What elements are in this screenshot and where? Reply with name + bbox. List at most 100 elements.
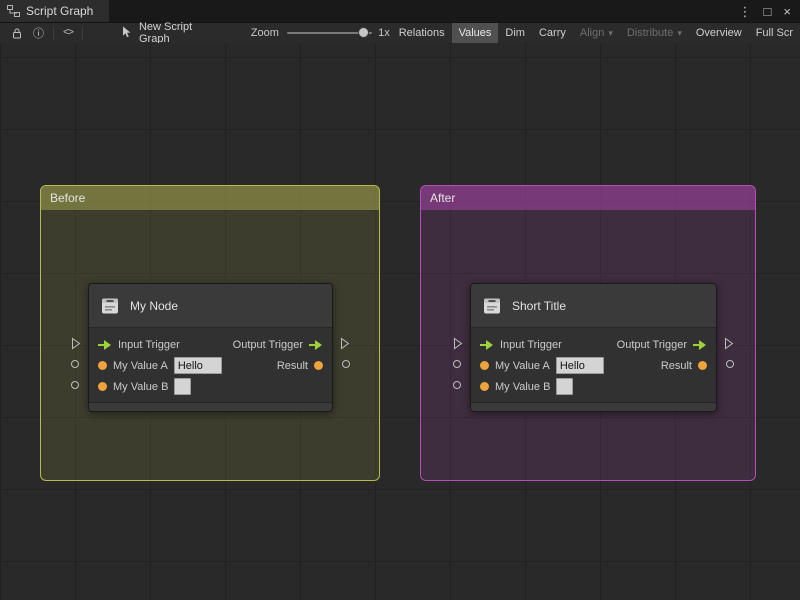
kebab-menu-icon[interactable]: ⋮ [739, 5, 752, 18]
value-input-port-marker[interactable] [71, 381, 79, 389]
toolbar-separator [53, 26, 54, 40]
value-input-port-marker[interactable] [71, 360, 79, 368]
node-short-title[interactable]: Short Title Input Trigger Output Trigger [470, 283, 717, 412]
value-dot-icon [480, 361, 489, 370]
port-output-trigger[interactable]: Output Trigger [233, 339, 323, 351]
node-title: Short Title [512, 298, 567, 313]
group-after-title: After [430, 191, 456, 205]
tab-script-graph[interactable]: Script Graph [0, 0, 110, 22]
node-wrap-my-node: My Node Input Trigger Output Trigger My … [71, 283, 350, 412]
node-footer [471, 402, 716, 411]
close-icon[interactable]: × [783, 5, 791, 18]
zoom-slider[interactable] [286, 23, 373, 43]
port-result[interactable]: Result [661, 360, 707, 372]
node-body: Input Trigger Output Trigger My Value A … [89, 328, 332, 402]
port-label: Input Trigger [500, 338, 562, 351]
fullscreen-button[interactable]: Full Scr [749, 23, 800, 44]
port-my-value-a[interactable]: My Value A [480, 357, 604, 374]
port-label: Result [660, 359, 692, 372]
value-input-port-marker[interactable] [453, 381, 461, 389]
value-dot-icon [314, 361, 323, 370]
graph-picker[interactable]: New Script Graph [121, 21, 225, 45]
group-after-header[interactable]: After [421, 186, 755, 210]
chevron-down-icon: ▾ [608, 27, 613, 38]
node-wrap-short-title: Short Title Input Trigger Output Trigger [453, 283, 734, 412]
maximize-icon[interactable]: □ [764, 5, 772, 18]
node-body: Input Trigger Output Trigger My Value A … [471, 328, 716, 402]
value-input-port-marker[interactable] [453, 360, 461, 368]
values-button[interactable]: Values [451, 22, 499, 44]
unit-icon [482, 296, 502, 316]
toolbar: ⓘ <> New Script Graph Zoom 1x Relations … [0, 21, 800, 45]
value-dot-icon [480, 382, 489, 391]
group-before-header[interactable]: Before [41, 186, 379, 210]
chevron-down-icon: ▾ [677, 27, 682, 38]
tab-label: Script Graph [26, 4, 94, 18]
port-label: Input Trigger [118, 338, 180, 351]
code-icon[interactable]: <> [58, 23, 78, 44]
value-output-port-marker[interactable] [726, 360, 734, 368]
port-input-trigger[interactable]: Input Trigger [480, 339, 562, 351]
flow-input-port-marker[interactable] [453, 337, 463, 350]
value-b-input[interactable] [556, 378, 574, 395]
port-my-value-b[interactable]: My Value B [480, 378, 574, 395]
value-b-input[interactable] [174, 378, 192, 395]
info-icon[interactable]: ⓘ [28, 23, 49, 44]
toolbar-separator [82, 26, 83, 40]
node-my-node[interactable]: My Node Input Trigger Output Trigger My … [88, 283, 333, 412]
port-row: My Value A Result [471, 355, 716, 376]
port-output-trigger[interactable]: Output Trigger [617, 339, 707, 351]
port-my-value-a[interactable]: My Value A [98, 357, 222, 374]
flow-arrow-icon [309, 339, 323, 350]
lock-icon[interactable] [6, 23, 28, 44]
value-dot-icon [98, 382, 107, 391]
port-row: Input Trigger Output Trigger [89, 334, 332, 355]
cursor-icon [121, 26, 133, 41]
node-header[interactable]: Short Title [471, 284, 716, 328]
flow-arrow-icon [693, 339, 707, 350]
flow-input-port-marker[interactable] [71, 337, 81, 350]
port-label: My Value A [113, 359, 168, 372]
port-label: Output Trigger [232, 338, 303, 351]
port-label: My Value A [495, 359, 550, 372]
value-dot-icon [698, 361, 707, 370]
dim-button[interactable]: Dim [498, 23, 532, 44]
carry-button[interactable]: Carry [532, 23, 573, 44]
graph-canvas[interactable]: Before After My Node Input Trigger Outpu… [0, 43, 800, 600]
value-output-port-marker[interactable] [342, 360, 350, 368]
port-result[interactable]: Result [277, 360, 323, 372]
port-label: My Value B [113, 380, 169, 393]
distribute-button[interactable]: Distribute ▾ [620, 23, 689, 44]
tab-bar: Script Graph ⋮ □ × [0, 0, 800, 23]
unit-icon [100, 296, 120, 316]
node-header[interactable]: My Node [89, 284, 332, 328]
graph-name: New Script Graph [138, 21, 193, 45]
port-label: Result [276, 359, 308, 372]
flow-arrow-icon [98, 339, 112, 350]
flow-arrow-icon [480, 339, 494, 350]
align-button[interactable]: Align ▾ [573, 23, 620, 44]
value-dot-icon [98, 361, 107, 370]
graph-icon [7, 5, 20, 17]
group-before-title: Before [50, 191, 86, 205]
zoom-label: Zoom [250, 27, 279, 39]
port-row: My Value A Result [89, 355, 332, 376]
value-a-input[interactable] [555, 357, 604, 374]
port-row: Input Trigger Output Trigger [471, 334, 716, 355]
relations-button[interactable]: Relations [392, 23, 452, 44]
node-footer [89, 402, 332, 411]
flow-output-port-marker[interactable] [340, 337, 350, 350]
port-input-trigger[interactable]: Input Trigger [98, 339, 180, 351]
zoom-slider-knob[interactable] [357, 27, 369, 38]
distribute-label: Distribute [626, 27, 674, 39]
port-row: My Value B [89, 376, 332, 397]
port-label: Output Trigger [616, 338, 687, 351]
value-a-input[interactable] [173, 357, 222, 374]
window-controls: ⋮ □ × [739, 0, 800, 22]
port-label: My Value B [495, 380, 551, 393]
align-label: Align [579, 27, 605, 39]
flow-output-port-marker[interactable] [724, 337, 734, 350]
port-my-value-b[interactable]: My Value B [98, 378, 192, 395]
overview-button[interactable]: Overview [689, 23, 749, 44]
node-title: My Node [130, 298, 179, 313]
